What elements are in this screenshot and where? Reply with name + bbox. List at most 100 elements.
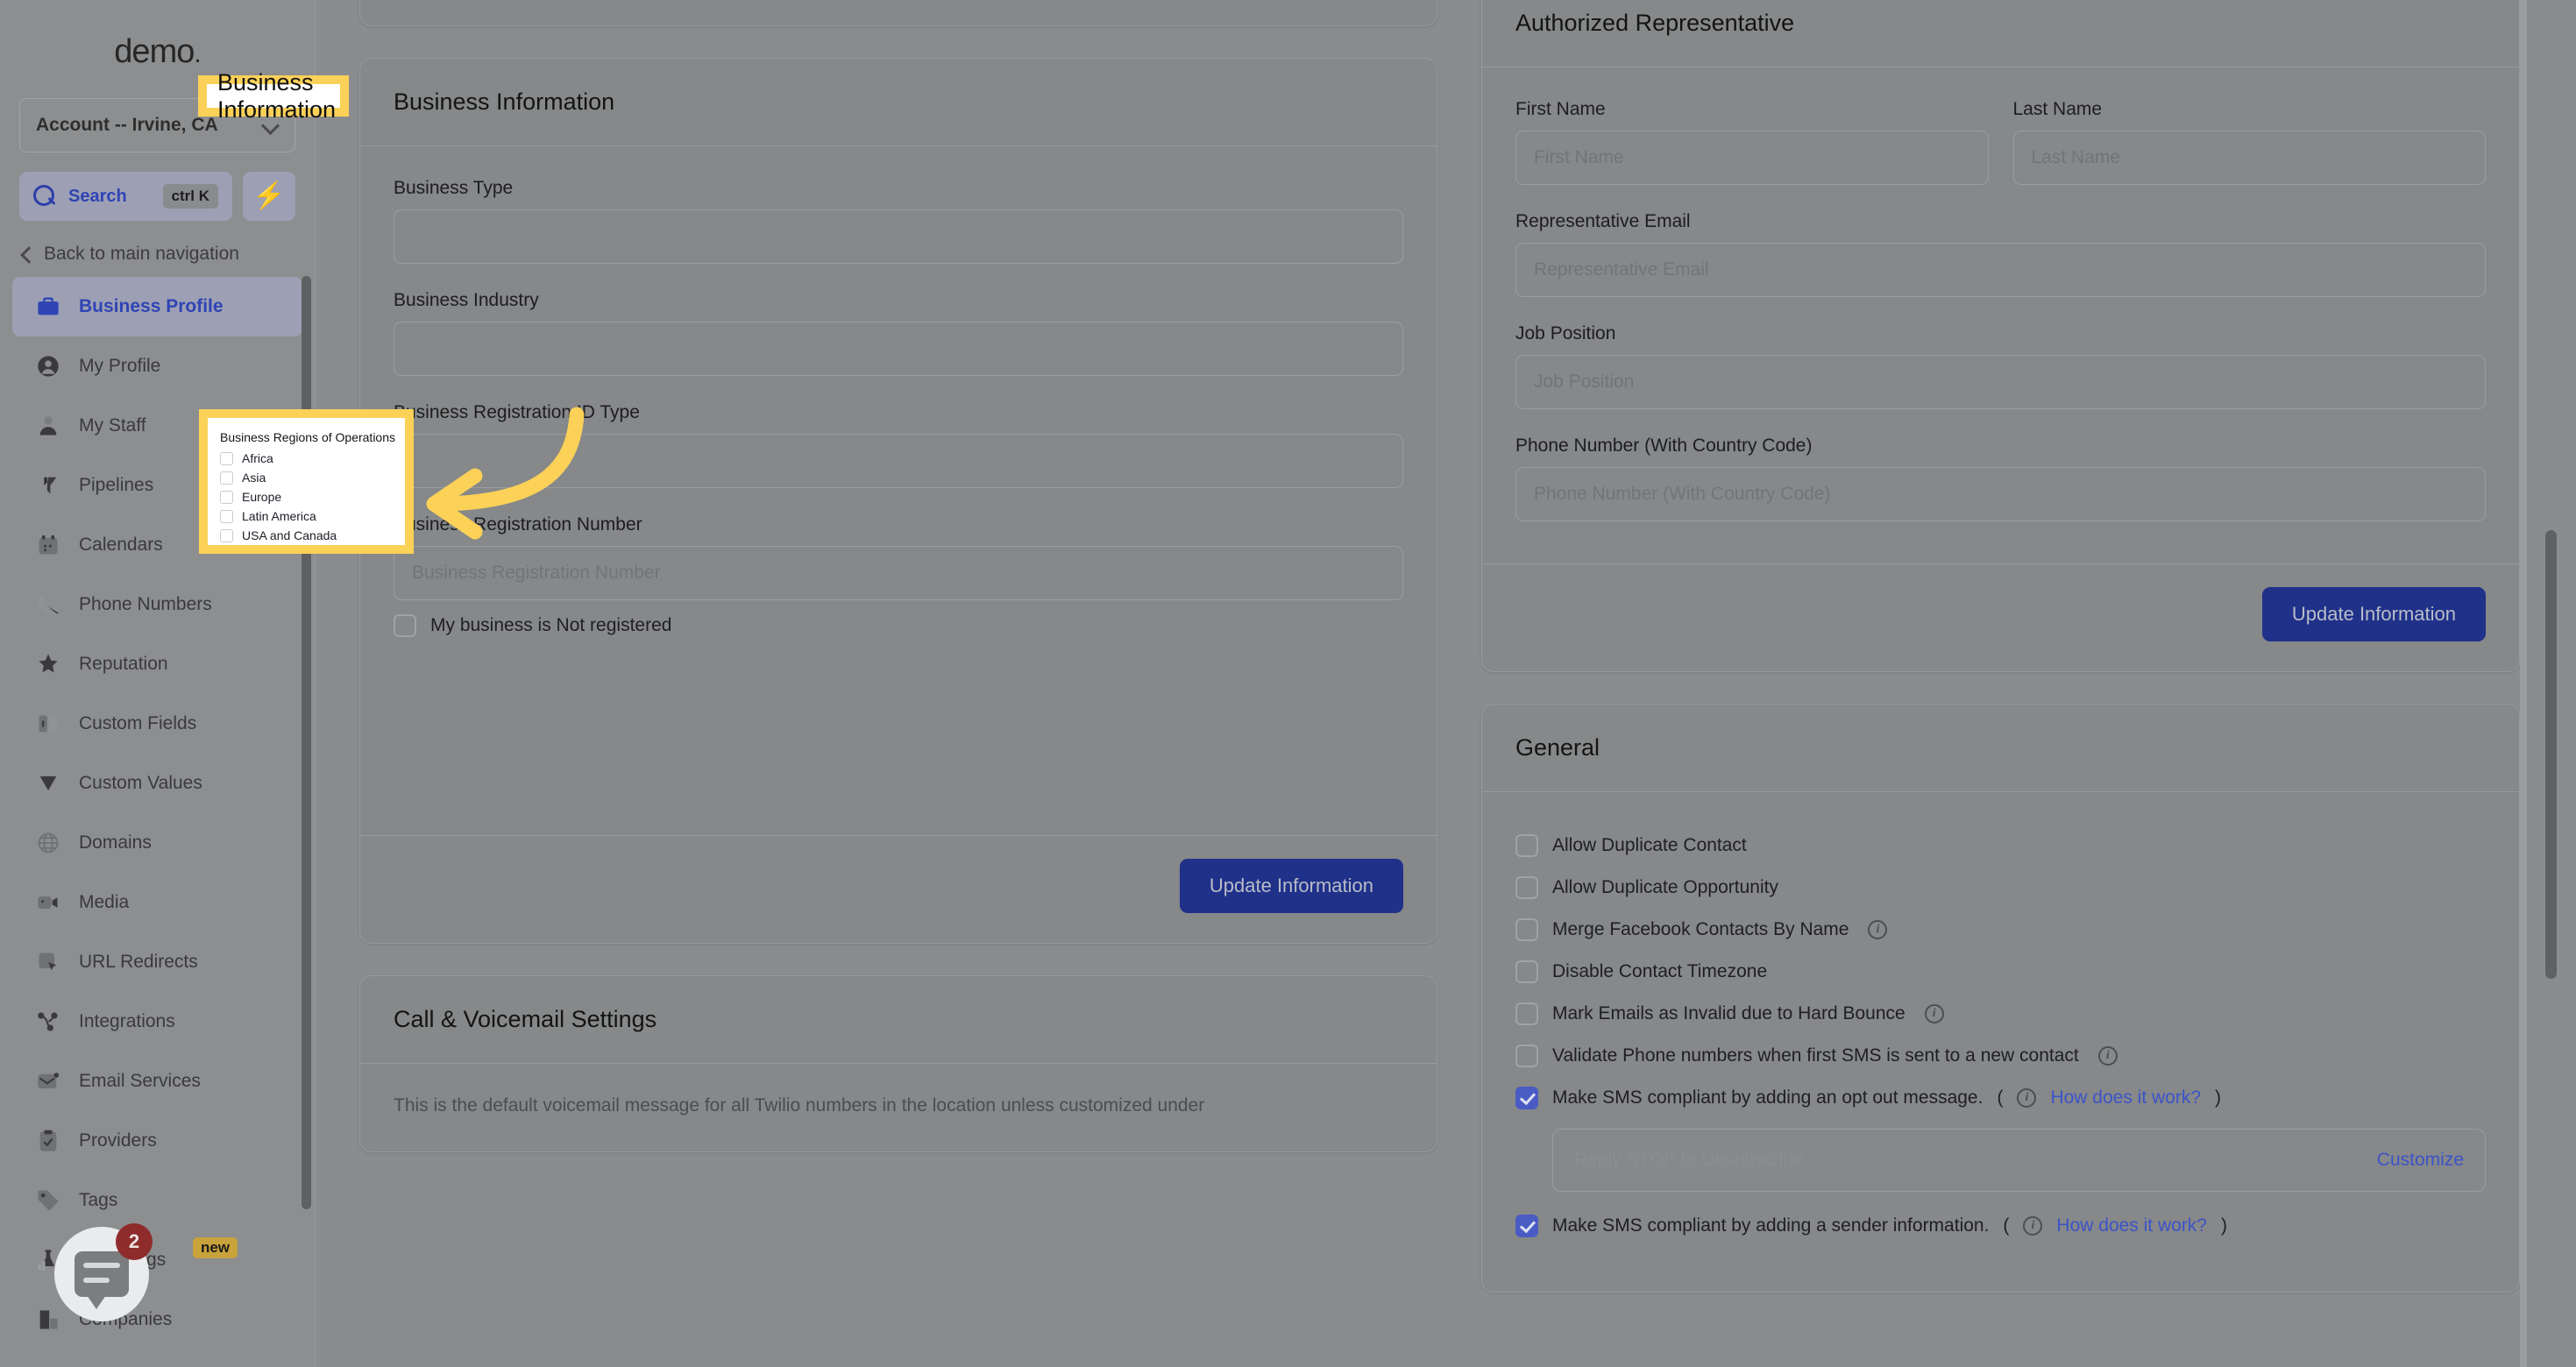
region-checkbox-usa-and-canada[interactable] (220, 528, 233, 542)
page-scrollbar[interactable] (2545, 530, 2557, 979)
tag-icon (35, 1187, 61, 1214)
search-input[interactable]: Search ctrl K (19, 172, 232, 221)
region-checkbox-europe[interactable] (220, 490, 233, 504)
sidebar-item-label: My Staff (79, 415, 146, 436)
info-icon[interactable]: i (1924, 1004, 1944, 1023)
how-does-it-work-link-optout[interactable]: How does it work? (2050, 1087, 2201, 1108)
sidebar-item-my-profile[interactable]: My Profile (12, 336, 302, 396)
video-camera-icon (35, 889, 61, 916)
region-option-latin-america[interactable]: Latin America (220, 509, 405, 523)
general-option-row[interactable]: Allow Duplicate Contact (1515, 834, 2486, 857)
clipboard-check-icon (35, 1128, 61, 1154)
allow-duplicate-opportunity-checkbox[interactable] (1515, 876, 1538, 899)
general-option-label: Disable Contact Timezone (1552, 961, 1768, 981)
general-option-row[interactable]: Mark Emails as Invalid due to Hard Bounc… (1515, 1002, 2486, 1025)
region-checkbox-latin-america[interactable] (220, 509, 233, 523)
validate-phone-numbers-checkbox[interactable] (1515, 1045, 1538, 1067)
info-icon[interactable]: i (1868, 920, 1888, 939)
sidebar-item-custom-fields[interactable]: Custom Fields (12, 694, 302, 754)
first-name-input[interactable] (1515, 131, 1989, 185)
region-label: Latin America (242, 509, 316, 523)
sidebar-item-business-profile[interactable]: Business Profile (12, 277, 302, 336)
sms-optout-message-field[interactable]: Reply STOP to Unsubscribe Customize (1552, 1129, 2486, 1192)
sidebar-item-tags[interactable]: Tags (12, 1171, 302, 1230)
business-information-footer: Update Information (360, 835, 1437, 943)
business-industry-label: Business Industry (394, 290, 539, 310)
sms-sender-row[interactable]: Make SMS compliant by adding a sender in… (1515, 1215, 2486, 1237)
update-information-button-business[interactable]: Update Information (1179, 859, 1403, 913)
last-name-input[interactable] (2012, 131, 2486, 185)
sidebar-item-phone-numbers[interactable]: Phone Numbers (12, 575, 302, 634)
chevron-left-icon (19, 248, 32, 260)
calendar-icon (35, 532, 61, 558)
paren-close: ) (2221, 1215, 2227, 1236)
sidebar-item-custom-values[interactable]: Custom Values (12, 754, 302, 813)
highlight-business-information-title: Business Information (198, 69, 349, 123)
paren-open: ( (1997, 1087, 2004, 1108)
not-registered-checkbox-row[interactable]: My business is Not registered (394, 614, 1403, 637)
sidebar-item-label: Pipelines (79, 475, 154, 495)
sidebar-item-label: Calendars (79, 535, 163, 555)
last-name-field: Last Name (2012, 99, 2486, 185)
mark-emails-invalid-checkbox[interactable] (1515, 1002, 1538, 1025)
update-information-button-representative[interactable]: Update Information (2261, 587, 2486, 641)
back-to-main-navigation[interactable]: Back to main navigation (19, 244, 295, 265)
general-option-row[interactable]: Disable Contact Timezone (1515, 960, 2486, 983)
sidebar: demo. Account -- Irvine, CA Search ctrl … (0, 0, 316, 1367)
sidebar-item-label: Domains (79, 832, 152, 853)
region-checkbox-africa[interactable] (220, 451, 233, 465)
info-icon[interactable]: i (2017, 1088, 2037, 1108)
left-column: Update Information Business Information … (359, 0, 1437, 1184)
authorized-representative-body: First Name Last Name Representative Emai… (1482, 67, 2519, 563)
customize-link[interactable]: Customize (2377, 1150, 2464, 1171)
region-option-usa-and-canada[interactable]: USA and Canada (220, 528, 405, 542)
sidebar-item-label: Media (79, 892, 130, 912)
search-icon (33, 185, 56, 208)
sidebar-item-reputation[interactable]: Reputation (12, 634, 302, 694)
info-icon[interactable]: i (2023, 1216, 2043, 1236)
business-registration-number-input[interactable] (394, 546, 1403, 600)
region-checkbox-asia[interactable] (220, 471, 233, 485)
disable-contact-timezone-checkbox[interactable] (1515, 960, 1538, 983)
sidebar-item-media[interactable]: Media (12, 873, 302, 932)
general-option-row[interactable]: Merge Facebook Contacts By Name i (1515, 918, 2486, 941)
business-regions-title: Business Regions of Operations (220, 430, 395, 444)
sms-optout-row[interactable]: Make SMS compliant by adding an opt out … (1515, 1087, 2486, 1109)
sms-sender-checkbox[interactable] (1515, 1215, 1538, 1237)
region-option-africa[interactable]: Africa (220, 451, 405, 465)
back-nav-label: Back to main navigation (44, 244, 239, 264)
allow-duplicate-contact-checkbox[interactable] (1515, 834, 1538, 857)
sidebar-item-label: URL Redirects (79, 952, 198, 972)
phone-number-input[interactable] (1515, 467, 2486, 521)
sidebar-item-domains[interactable]: Domains (12, 813, 302, 873)
not-registered-checkbox[interactable] (394, 614, 416, 637)
representative-email-input[interactable] (1515, 243, 2486, 297)
representative-email-label: Representative Email (1515, 211, 1691, 231)
phone-number-label: Phone Number (With Country Code) (1515, 436, 1813, 456)
region-option-europe[interactable]: Europe (220, 490, 405, 504)
merge-facebook-contacts-checkbox[interactable] (1515, 918, 1538, 941)
sidebar-item-companies[interactable]: Companies (12, 1290, 302, 1349)
sidebar-item-email-services[interactable]: Email Services (12, 1052, 302, 1111)
general-option-row[interactable]: Validate Phone numbers when first SMS is… (1515, 1045, 2486, 1067)
job-position-label: Job Position (1515, 323, 1616, 344)
chat-widget-button[interactable]: 2 (54, 1223, 153, 1321)
business-industry-select[interactable] (394, 322, 1403, 376)
general-option-label: Merge Facebook Contacts By Name (1552, 919, 1849, 939)
job-position-select[interactable]: Job Position (1515, 355, 2486, 409)
info-icon[interactable]: i (2097, 1046, 2118, 1066)
how-does-it-work-link-sender[interactable]: How does it work? (2056, 1215, 2207, 1236)
sidebar-item-url-redirects[interactable]: URL Redirects (12, 932, 302, 992)
region-option-asia[interactable]: Asia (220, 471, 405, 485)
card-footer: Update Information (360, 0, 1437, 25)
sidebar-item-providers[interactable]: Providers (12, 1111, 302, 1171)
curved-left-arrow-annotation (426, 407, 585, 540)
business-type-select[interactable] (394, 209, 1403, 264)
quick-action-button[interactable]: ⚡ (243, 172, 295, 221)
sms-optout-label: Make SMS compliant by adding an opt out … (1552, 1087, 1983, 1108)
region-label: Asia (242, 471, 266, 485)
sidebar-item-integrations[interactable]: Integrations (12, 992, 302, 1052)
general-option-row[interactable]: Allow Duplicate Opportunity (1515, 876, 2486, 899)
sidebar-item-label: Custom Fields (79, 713, 197, 733)
sms-optout-checkbox[interactable] (1515, 1087, 1538, 1109)
